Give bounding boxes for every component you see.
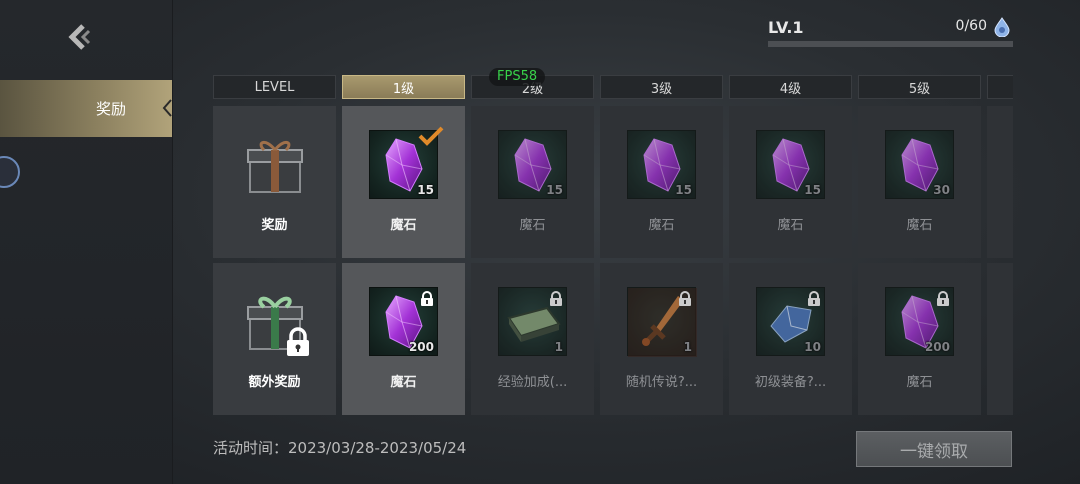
level-label: LV.1 [768, 18, 804, 37]
item-name: 魔石 [906, 375, 933, 390]
magic-stone-icon: 15 [756, 130, 825, 199]
reward-cell-overflow [987, 263, 1013, 415]
row-head-label: 奖励 [261, 218, 288, 233]
item-quantity: 15 [804, 183, 821, 197]
item-quantity: 10 [804, 340, 821, 354]
item-quantity: 200 [408, 340, 434, 354]
item-name: 魔石 [777, 218, 804, 233]
blue-crystal-icon: 10 [756, 287, 825, 356]
row-head-label: 额外奖励 [248, 375, 301, 390]
item-quantity: 30 [933, 183, 950, 197]
reward-cell[interactable]: 200 魔石 [858, 263, 981, 415]
row-head-cell: 奖励 [213, 106, 336, 258]
reward-cell[interactable]: 1 经验加成(... [471, 263, 594, 415]
legend-dagger-icon: 1 [627, 287, 697, 357]
item-name: 随机传说?... [625, 375, 698, 390]
reward-cell[interactable]: 1 随机传说?... [600, 263, 723, 415]
reward-cell[interactable]: 15 魔石 [729, 106, 852, 258]
event-time: 活动时间：2023/03/28-2023/05/24 [213, 439, 467, 457]
back-arrow-icon [68, 24, 91, 50]
exp-drop-icon [994, 17, 1010, 37]
magic-stone-icon: 200 [885, 287, 954, 356]
magic-stone-icon: 15 [498, 130, 567, 199]
exp-bar [768, 41, 1013, 47]
left-panel: 奖励 [0, 0, 173, 484]
header-level-1: 1级 [342, 75, 465, 99]
item-quantity: 1 [683, 340, 692, 354]
checkmark-icon [418, 126, 444, 150]
lock-icon [285, 327, 311, 361]
magic-stone-icon: 200 [369, 287, 438, 356]
magic-stone-icon: 30 [885, 130, 954, 199]
item-quantity: 15 [546, 183, 563, 197]
reward-cell[interactable]: 10 初级装备?... [729, 263, 852, 415]
item-name: 经验加成(... [497, 375, 568, 390]
reward-cell[interactable]: 30 魔石 [858, 106, 981, 258]
item-quantity: 200 [924, 340, 950, 354]
header-overflow [987, 75, 1013, 99]
locked-gift-box-icon [240, 287, 309, 356]
exp-book-icon: 1 [498, 287, 567, 356]
reward-cell[interactable]: 15 魔石 [342, 106, 465, 258]
fps-counter: FPS58 [489, 68, 546, 86]
back-button[interactable] [62, 20, 98, 54]
item-name: 魔石 [390, 375, 417, 390]
tab-pointer-icon [162, 99, 172, 117]
reward-cell-overflow [987, 106, 1013, 258]
item-name: 魔石 [906, 218, 933, 233]
gift-box-icon [240, 130, 309, 199]
magic-stone-icon: 15 [627, 130, 696, 199]
reward-cell[interactable]: 200 魔石 [342, 263, 465, 415]
exp-text: 0/60 [955, 18, 987, 34]
item-name: 魔石 [390, 218, 417, 233]
header-level-4: 4级 [729, 75, 852, 99]
side-badge[interactable] [0, 156, 20, 188]
sidebar-tab-label: 奖励 [95, 100, 126, 118]
row-head-cell: 额外奖励 [213, 263, 336, 415]
item-name: 初级装备?... [754, 375, 827, 390]
header-level: LEVEL [213, 75, 336, 99]
lock-icon [420, 291, 434, 311]
item-quantity: 15 [417, 183, 434, 197]
item-quantity: 1 [554, 340, 563, 354]
header-level-5: 5级 [858, 75, 981, 99]
lock-icon [678, 291, 692, 311]
reward-cell[interactable]: 15 魔石 [600, 106, 723, 258]
reward-cell[interactable]: 15 魔石 [471, 106, 594, 258]
item-name: 魔石 [519, 218, 546, 233]
item-name: 魔石 [648, 218, 675, 233]
lock-icon [549, 291, 563, 311]
item-quantity: 15 [675, 183, 692, 197]
lock-icon [936, 291, 950, 311]
level-header-row: LEVEL 1级 2级 3级 4级 5级 [213, 75, 1013, 99]
sidebar-tab-rewards[interactable]: 奖励 [0, 80, 172, 137]
claim-all-button[interactable]: 一键领取 [856, 431, 1012, 467]
header-level-3: 3级 [600, 75, 723, 99]
lock-icon [807, 291, 821, 311]
reward-grid: LEVEL 1级 2级 3级 4级 5级 奖励 15 魔石 15 魔石 15 魔石 15 魔石 30 魔石 额外… [213, 75, 1013, 415]
